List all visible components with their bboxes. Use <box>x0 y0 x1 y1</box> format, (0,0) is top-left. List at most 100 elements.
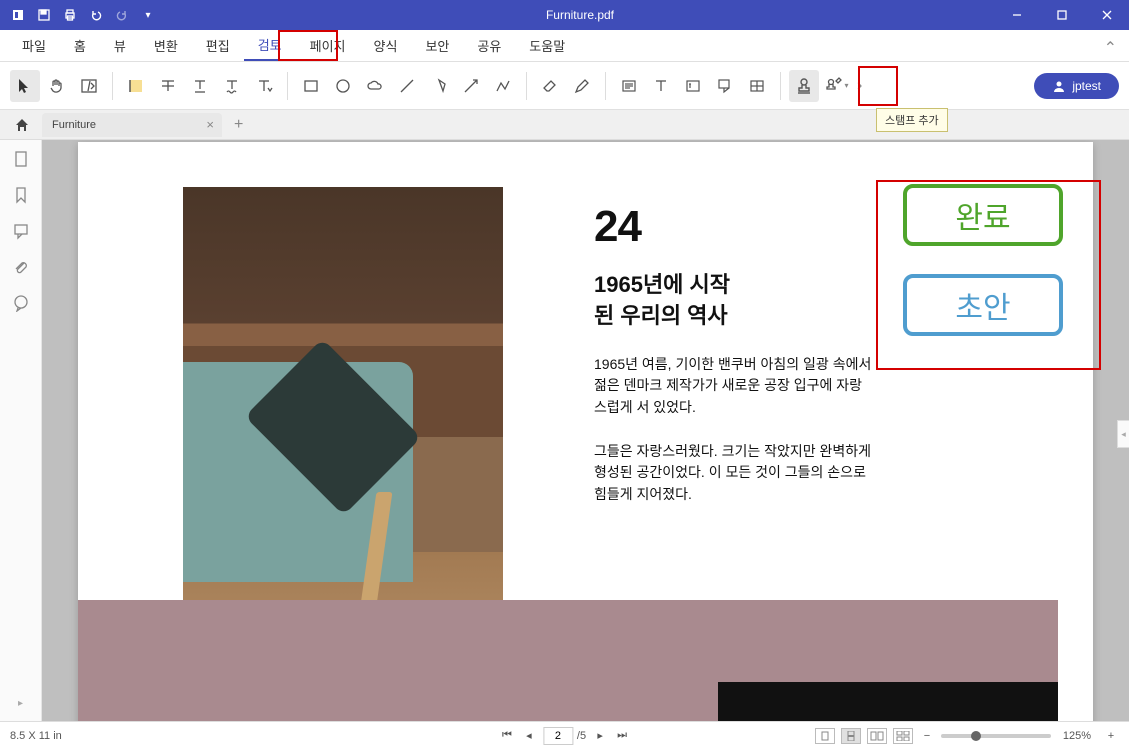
menu-share[interactable]: 공유 <box>463 30 515 61</box>
stamp-draft[interactable]: 초안 <box>903 274 1063 336</box>
select-tool-icon[interactable] <box>10 70 40 102</box>
document-tab-label: Furniture <box>52 119 96 131</box>
toolbar-more-icon[interactable]: › <box>857 77 862 95</box>
bookmarks-panel-icon[interactable] <box>12 186 30 204</box>
title-bar: ▾ Furniture.pdf <box>0 0 1129 30</box>
note-icon[interactable] <box>614 70 644 102</box>
home-tab-icon[interactable] <box>8 113 36 137</box>
menu-view[interactable]: 뷰 <box>100 30 140 61</box>
page-number-heading: 24 <box>594 202 874 252</box>
chat-panel-icon[interactable] <box>12 294 30 312</box>
current-page-input[interactable] <box>543 727 573 745</box>
two-page-continuous-icon[interactable] <box>893 728 913 744</box>
text-box-icon[interactable] <box>678 70 708 102</box>
stamp-completed[interactable]: 완료 <box>903 184 1063 246</box>
app-logo-icon[interactable] <box>6 3 30 27</box>
redo-icon[interactable] <box>110 3 134 27</box>
menu-file[interactable]: 파일 <box>8 30 60 61</box>
page-dark-block <box>718 682 1058 721</box>
stamp-tooltip: 스탬프 추가 <box>876 108 948 132</box>
prev-page-icon[interactable]: ◂ <box>521 729 537 742</box>
menu-help[interactable]: 도움말 <box>515 30 579 61</box>
review-toolbar: ▾ › jptest 스탬프 추가 <box>0 62 1129 110</box>
page-paragraph-2: 그들은 자랑스러웠다. 크기는 작았지만 완벽하게 형성된 공간이었다. 이 모… <box>594 441 874 506</box>
menu-bar: 파일 홈 뷰 변환 편집 검토 페이지 양식 보안 공유 도움말 ⌃ <box>0 30 1129 62</box>
total-pages: /5 <box>577 730 586 742</box>
user-account-button[interactable]: jptest <box>1034 73 1119 99</box>
print-icon[interactable] <box>58 3 82 27</box>
new-tab-icon[interactable]: + <box>228 116 249 134</box>
status-bar: 8.5 X 11 in ⏮ ◂ /5 ▸ ⏭ − 125% + <box>0 721 1129 749</box>
rectangle-shape-icon[interactable] <box>296 70 326 102</box>
text-comment-icon[interactable] <box>646 70 676 102</box>
left-side-panel: ▸ <box>0 140 42 721</box>
first-page-icon[interactable]: ⏮ <box>499 729 515 742</box>
menu-page[interactable]: 페이지 <box>296 30 360 61</box>
document-tab[interactable]: Furniture × <box>42 113 222 137</box>
maximize-button[interactable] <box>1039 0 1084 30</box>
comments-panel-icon[interactable] <box>12 222 30 240</box>
minimize-button[interactable] <box>994 0 1039 30</box>
last-page-icon[interactable]: ⏭ <box>614 729 630 742</box>
zoom-in-icon[interactable]: + <box>1103 730 1119 742</box>
page-image <box>183 187 503 642</box>
menu-review[interactable]: 검토 <box>244 30 296 61</box>
main-area: ▸ 24 1965년에 시작 된 우리의 역사 1965년 여름, 기이한 밴쿠… <box>0 140 1129 721</box>
zoom-value: 125% <box>1057 730 1097 742</box>
page-paragraph-1: 1965년 여름, 기이한 밴쿠버 아침의 일광 속에서 젊은 덴마크 제작가가… <box>594 354 874 419</box>
undo-icon[interactable] <box>84 3 108 27</box>
document-tab-strip: Furniture × + <box>0 110 1129 140</box>
thumbnails-panel-icon[interactable] <box>12 150 30 168</box>
insert-text-icon[interactable] <box>249 70 279 102</box>
page-headline: 1965년에 시작 된 우리의 역사 <box>594 270 874 332</box>
expand-panel-icon[interactable]: ▸ <box>18 698 23 709</box>
right-panel-expand-icon[interactable]: ◂ <box>1117 420 1129 448</box>
user-label: jptest <box>1072 79 1101 93</box>
eraser-icon[interactable] <box>535 70 565 102</box>
strikethrough-text-icon[interactable] <box>153 70 183 102</box>
window-controls <box>994 0 1129 30</box>
next-page-icon[interactable]: ▸ <box>592 729 608 742</box>
oval-shape-icon[interactable] <box>328 70 358 102</box>
continuous-view-icon[interactable] <box>841 728 861 744</box>
menu-security[interactable]: 보안 <box>411 30 463 61</box>
underline-text-icon[interactable] <box>185 70 215 102</box>
menu-edit[interactable]: 편집 <box>192 30 244 61</box>
callout-icon[interactable] <box>710 70 740 102</box>
attachments-panel-icon[interactable] <box>12 258 30 276</box>
line-shape-icon[interactable] <box>392 70 422 102</box>
collapse-ribbon-icon[interactable]: ⌃ <box>1104 38 1117 58</box>
connected-lines-icon[interactable] <box>488 70 518 102</box>
single-page-view-icon[interactable] <box>815 728 835 744</box>
signature-icon[interactable]: ▾ <box>821 70 851 102</box>
highlight-tool-icon[interactable] <box>121 70 151 102</box>
menu-convert[interactable]: 변환 <box>140 30 192 61</box>
cloud-shape-icon[interactable] <box>360 70 390 102</box>
tab-close-icon[interactable]: × <box>206 117 214 132</box>
stamp-area: 완료 초안 <box>873 184 1093 364</box>
document-canvas[interactable]: 24 1965년에 시작 된 우리의 역사 1965년 여름, 기이한 밴쿠버 … <box>42 140 1129 721</box>
two-page-view-icon[interactable] <box>867 728 887 744</box>
window-title: Furniture.pdf <box>166 8 994 22</box>
close-button[interactable] <box>1084 0 1129 30</box>
edit-tool-icon[interactable] <box>74 70 104 102</box>
page-text-column: 24 1965년에 시작 된 우리의 역사 1965년 여름, 기이한 밴쿠버 … <box>594 202 874 506</box>
stamp-icon[interactable] <box>789 70 819 102</box>
area-highlight-icon[interactable] <box>742 70 772 102</box>
page-navigator: ⏮ ◂ /5 ▸ ⏭ <box>499 727 630 745</box>
squiggly-text-icon[interactable] <box>217 70 247 102</box>
qat-dropdown-icon[interactable]: ▾ <box>136 3 160 27</box>
menu-form[interactable]: 양식 <box>360 30 412 61</box>
polygon-shape-icon[interactable] <box>424 70 454 102</box>
arrow-shape-icon[interactable] <box>456 70 486 102</box>
pencil-icon[interactable] <box>567 70 597 102</box>
zoom-out-icon[interactable]: − <box>919 730 935 742</box>
highlight-box <box>858 66 898 106</box>
hand-tool-icon[interactable] <box>42 70 72 102</box>
menu-home[interactable]: 홈 <box>60 30 100 61</box>
pdf-page: 24 1965년에 시작 된 우리의 역사 1965년 여름, 기이한 밴쿠버 … <box>78 142 1093 721</box>
quick-access-toolbar: ▾ <box>0 3 166 27</box>
save-icon[interactable] <box>32 3 56 27</box>
zoom-slider[interactable] <box>941 734 1051 738</box>
page-dimensions: 8.5 X 11 in <box>10 730 62 742</box>
